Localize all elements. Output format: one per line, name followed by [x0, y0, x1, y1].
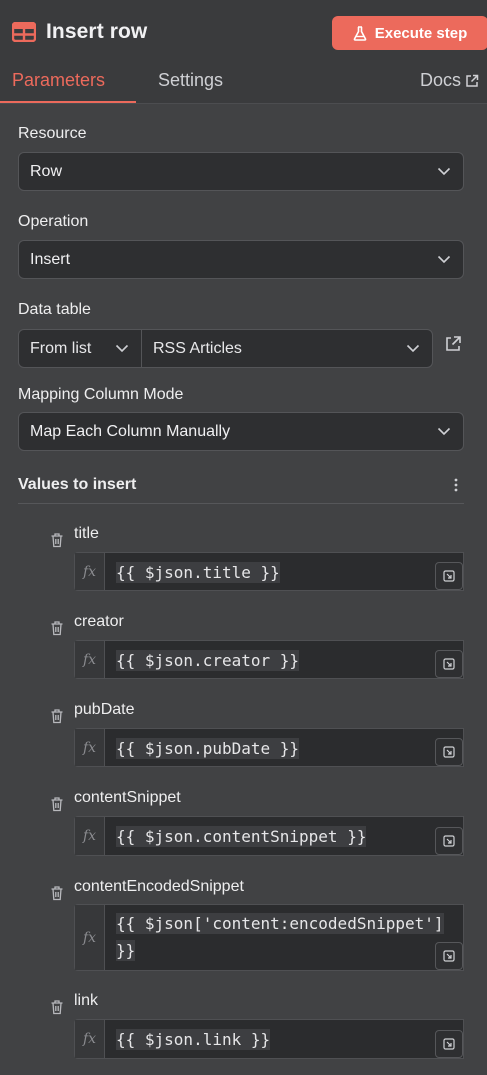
tab-bar: Parameters Settings Docs — [0, 62, 487, 104]
operation-select[interactable]: Insert — [18, 240, 464, 279]
chevron-down-icon — [437, 167, 451, 176]
execute-step-button[interactable]: Execute step — [332, 16, 487, 50]
column-name-creator: creator — [74, 613, 124, 630]
column-name-title: title — [74, 525, 99, 542]
mapping-mode-select[interactable]: Map Each Column Manually — [18, 412, 464, 451]
fx-icon: fx — [75, 1020, 105, 1058]
values-divider — [18, 503, 464, 504]
expression-contentsnippet: {{ $json.contentSnippet }} — [116, 826, 367, 847]
expand-icon[interactable] — [435, 738, 463, 766]
chevron-down-icon — [437, 255, 451, 264]
expression-field-contentencodedsnippet[interactable]: fx {{ $json['content:encodedSnippet'] }} — [74, 904, 464, 971]
external-link-icon — [466, 74, 479, 87]
trash-icon[interactable] — [50, 885, 64, 901]
expression-field-pubdate[interactable]: fx {{ $json.pubDate }} — [74, 728, 464, 767]
trash-icon[interactable] — [50, 796, 64, 812]
trash-icon[interactable] — [50, 999, 64, 1015]
chevron-down-icon — [406, 344, 420, 353]
column-name-contentsnippet: contentSnippet — [74, 789, 181, 806]
mapping-mode-value: Map Each Column Manually — [30, 422, 231, 440]
chevron-down-icon — [115, 344, 129, 353]
expression-field-contentsnippet[interactable]: fx {{ $json.contentSnippet }} — [74, 816, 464, 856]
resource-value: Row — [30, 162, 63, 180]
expand-icon[interactable] — [435, 942, 463, 970]
expression-contentencodedsnippet-line1: {{ $json['content:encodedSnippet'] — [116, 913, 444, 934]
tabs-divider — [0, 103, 487, 104]
mapping-mode-label: Mapping Column Mode — [18, 386, 184, 403]
fx-icon: fx — [75, 817, 105, 855]
node-header: Insert row Execute step Parameters Setti… — [0, 0, 487, 104]
expression-pubdate: {{ $json.pubDate }} — [116, 738, 300, 759]
execute-step-label: Execute step — [374, 24, 468, 42]
expression-title: {{ $json.title }} — [116, 562, 280, 583]
expand-icon[interactable] — [435, 562, 463, 590]
data-table-mode-value: From list — [30, 339, 92, 357]
node-title: Insert row — [46, 20, 148, 43]
fx-icon: fx — [75, 729, 105, 766]
title-row: Insert row — [12, 14, 147, 50]
resource-select[interactable]: Row — [18, 152, 464, 191]
expand-icon[interactable] — [435, 827, 463, 855]
chevron-down-icon — [437, 427, 451, 436]
expand-icon[interactable] — [435, 1030, 463, 1058]
data-table-label: Data table — [18, 301, 91, 318]
operation-value: Insert — [30, 250, 71, 268]
expression-link: {{ $json.link }} — [116, 1029, 271, 1050]
flask-icon — [353, 25, 367, 41]
column-name-pubdate: pubDate — [74, 701, 135, 718]
values-to-insert-label: Values to insert — [18, 476, 137, 493]
expression-field-link[interactable]: fx {{ $json.link }} — [74, 1019, 464, 1059]
kebab-menu-icon[interactable] — [450, 477, 462, 493]
resource-label: Resource — [18, 125, 87, 142]
fx-icon: fx — [75, 553, 105, 590]
operation-label: Operation — [18, 213, 89, 230]
trash-icon[interactable] — [50, 708, 64, 724]
expression-contentencodedsnippet-line2: }} — [116, 940, 136, 961]
data-table-select[interactable]: RSS Articles — [141, 329, 433, 368]
data-table-value: RSS Articles — [153, 339, 242, 357]
tab-parameters[interactable]: Parameters — [12, 70, 105, 91]
expression-field-creator[interactable]: fx {{ $json.creator }} — [74, 640, 464, 679]
column-name-contentencodedsnippet: contentEncodedSnippet — [74, 878, 244, 895]
data-table-mode-select[interactable]: From list — [18, 329, 142, 368]
open-table-external-link-icon[interactable] — [444, 335, 462, 353]
fx-icon: fx — [75, 905, 105, 970]
tab-docs[interactable]: Docs — [420, 70, 479, 91]
table-icon — [12, 22, 36, 42]
tab-docs-label: Docs — [420, 70, 462, 90]
expression-field-title[interactable]: fx {{ $json.title }} — [74, 552, 464, 591]
tab-settings[interactable]: Settings — [158, 70, 223, 91]
column-name-link: link — [74, 992, 99, 1009]
expression-creator: {{ $json.creator }} — [116, 650, 300, 671]
fx-icon: fx — [75, 641, 105, 678]
trash-icon[interactable] — [50, 532, 64, 548]
expand-icon[interactable] — [435, 650, 463, 678]
trash-icon[interactable] — [50, 620, 64, 636]
